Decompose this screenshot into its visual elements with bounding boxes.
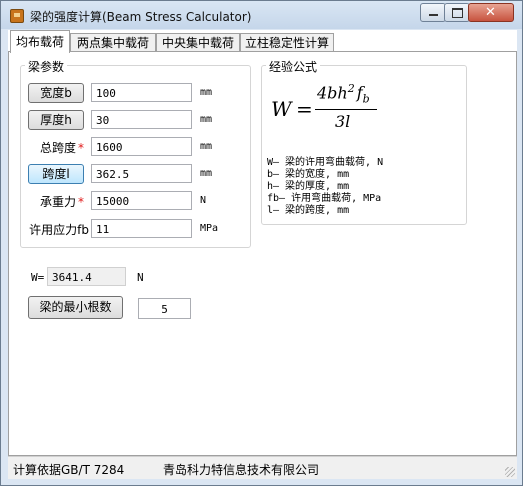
- beam-params-title: 梁参数: [25, 58, 68, 75]
- app-window: 梁的强度计算(Beam Stress Calculator) ✕ 均布载荷 两点…: [0, 0, 523, 486]
- title-bar[interactable]: 梁的强度计算(Beam Stress Calculator) ✕: [1, 1, 522, 29]
- tab-panel-uniform-load: 梁参数 宽度b 100 mm 厚度h 30 mm 总跨度 * 1600 mm 跨度…: [8, 51, 517, 456]
- maximize-button[interactable]: [444, 3, 470, 22]
- formula-num-exp: 2: [347, 82, 355, 95]
- formula-num-a: 4bh: [317, 83, 348, 103]
- width-button[interactable]: 宽度b: [28, 83, 84, 103]
- total-span-unit: mm: [200, 141, 213, 152]
- result-output: 3641.4: [47, 267, 126, 286]
- status-bar: 计算依据GB/T 7284 青岛科力特信息技术有限公司: [8, 456, 517, 479]
- status-company: 青岛科力特信息技术有限公司: [163, 463, 320, 477]
- width-unit: mm: [200, 87, 213, 98]
- close-icon: ✕: [485, 5, 496, 20]
- result-label: W=: [31, 271, 45, 284]
- total-span-input[interactable]: 1600: [91, 137, 192, 156]
- required-mark: *: [78, 195, 84, 209]
- minimize-button[interactable]: [420, 3, 446, 22]
- load-label: 承重力 *: [34, 193, 84, 210]
- formula-lhs: W: [271, 97, 292, 121]
- allowable-stress-label: 许用应力fb: [29, 223, 89, 237]
- formula-fraction-bar: [315, 109, 377, 110]
- load-input[interactable]: 15000: [91, 191, 192, 210]
- allowable-stress-input[interactable]: 11: [91, 219, 192, 238]
- formula-eq: =: [296, 97, 313, 121]
- minimize-icon: [429, 14, 438, 16]
- window-title: 梁的强度计算(Beam Stress Calculator): [30, 10, 252, 24]
- load-label-text: 承重力: [39, 195, 76, 209]
- thickness-unit: mm: [200, 114, 213, 125]
- allowable-stress-unit: MPa: [200, 223, 219, 234]
- span-input[interactable]: 362.5: [91, 164, 192, 183]
- min-beams-output: 5: [138, 298, 191, 319]
- span-button[interactable]: 跨度l: [28, 164, 84, 184]
- tab-two-point-load[interactable]: 两点集中载荷: [70, 33, 156, 52]
- result-unit: N: [137, 271, 144, 284]
- total-span-label: 总跨度 *: [34, 139, 84, 156]
- formula-denominator: 3l: [335, 112, 351, 131]
- formula-equation: W = 4bh2 fb 3l: [271, 82, 411, 142]
- status-basis: 计算依据GB/T 7284: [13, 463, 125, 477]
- thickness-button[interactable]: 厚度h: [28, 110, 84, 130]
- thickness-input[interactable]: 30: [91, 110, 192, 129]
- resize-grip-icon[interactable]: [505, 467, 515, 477]
- tab-uniform-load[interactable]: 均布载荷: [10, 30, 70, 53]
- app-icon: [10, 9, 24, 23]
- width-input[interactable]: 100: [91, 83, 192, 102]
- load-unit: N: [200, 195, 207, 206]
- formula-legend-5: l— 梁的跨度, mm: [267, 205, 350, 216]
- total-span-label-text: 总跨度: [39, 141, 76, 155]
- required-mark: *: [78, 141, 84, 155]
- tab-central-load[interactable]: 中央集中载荷: [156, 33, 240, 52]
- tab-column-stability[interactable]: 立柱稳定性计算: [240, 33, 334, 52]
- formula-group: 经验公式 W = 4bh2 fb 3l W— 梁的许用弯曲载荷, N b— 梁的宽…: [261, 58, 467, 225]
- close-button[interactable]: ✕: [468, 3, 514, 22]
- span-unit: mm: [200, 168, 213, 179]
- maximize-icon: [452, 8, 463, 18]
- formula-numerator: 4bh2 fb: [317, 82, 370, 106]
- formula-title: 经验公式: [266, 58, 321, 75]
- client-area: 均布载荷 两点集中载荷 中央集中载荷 立柱稳定性计算 梁参数 宽度b 100 m…: [8, 30, 517, 479]
- formula-num-sub: b: [362, 92, 370, 106]
- min-beams-button[interactable]: 梁的最小根数: [28, 296, 123, 319]
